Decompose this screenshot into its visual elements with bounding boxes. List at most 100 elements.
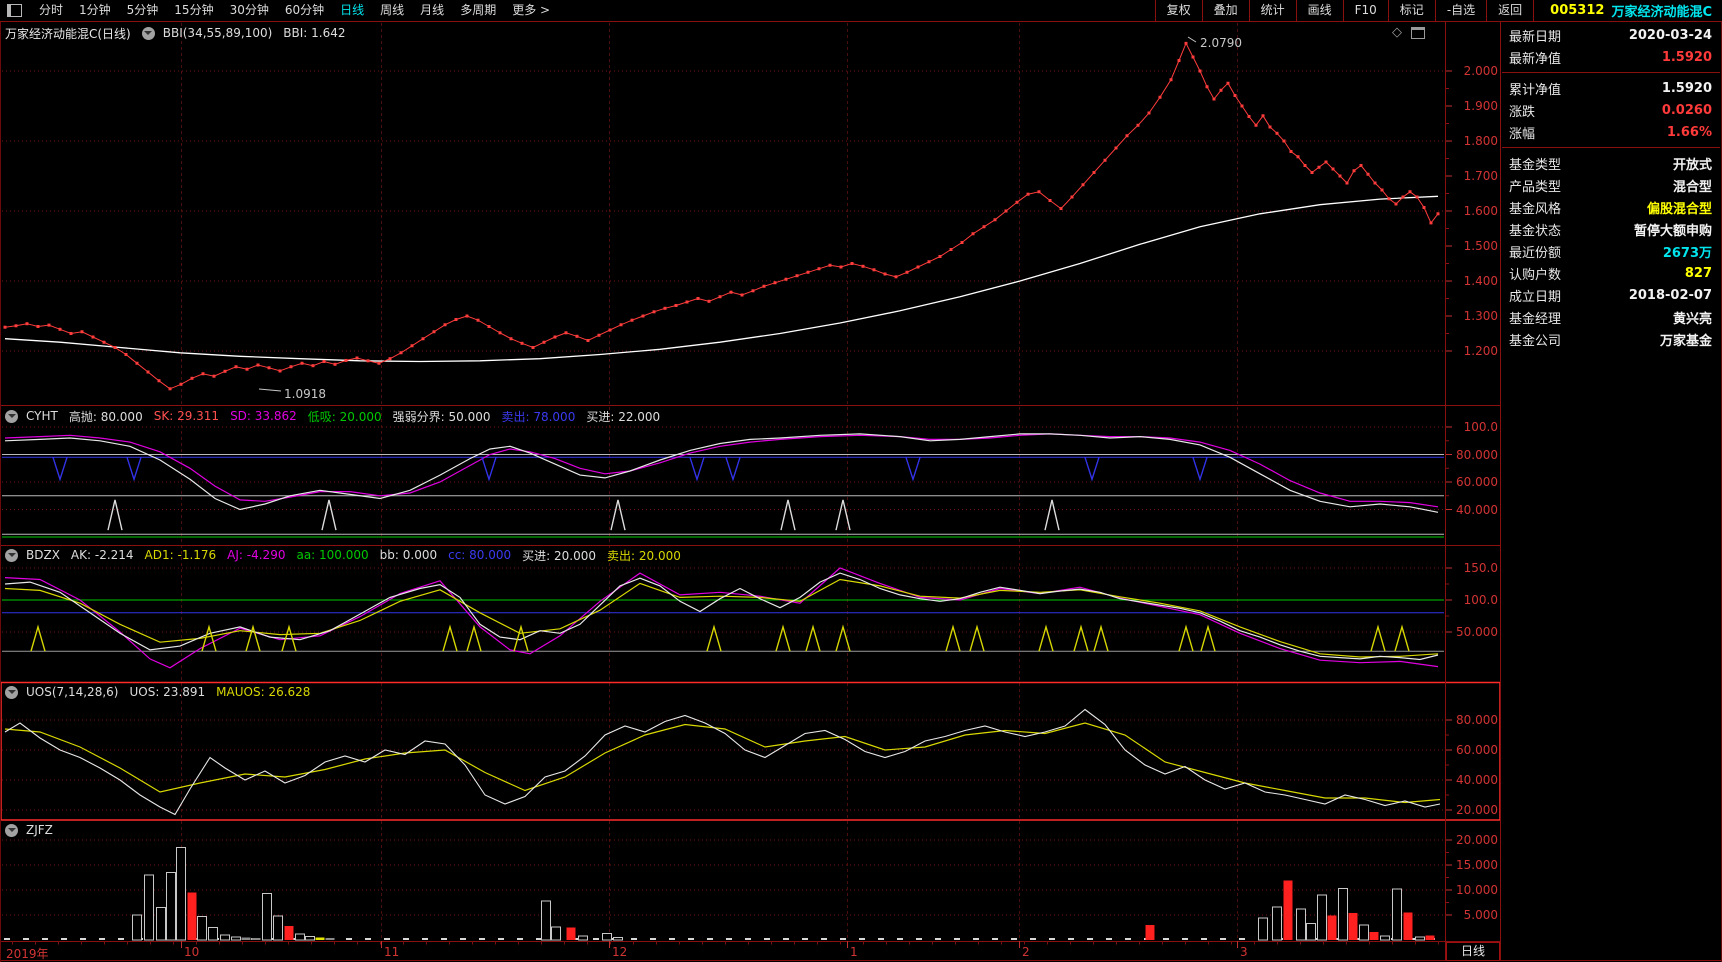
fund-name: 万家经济动能混C — [1611, 5, 1712, 20]
info-label: 累计净值 — [1509, 82, 1562, 98]
uos-axis-label: 80.000 — [1456, 713, 1498, 727]
tool-button-f10[interactable]: F10 — [1342, 0, 1388, 21]
period-tab-60min[interactable]: 60分钟 — [277, 0, 332, 21]
collapse-chevron-icon[interactable] — [5, 685, 18, 699]
period-tab-15min[interactable]: 15分钟 — [166, 0, 221, 21]
uos-axis-label: 40.000 — [1456, 773, 1498, 787]
header-text: aa: 100.000 — [296, 548, 369, 562]
info-separator — [1502, 72, 1720, 73]
main-axis-label: 2.000 — [1463, 64, 1498, 78]
window-icon[interactable] — [1411, 26, 1425, 39]
main-axis-label: 1.300 — [1463, 309, 1498, 323]
header-text: bb: 0.000 — [379, 548, 438, 562]
period-tab-fenshi[interactable]: 分时 — [31, 0, 71, 21]
main-axis-label: 1.900 — [1463, 99, 1498, 113]
info-row: 最近份额 2673万 — [1502, 240, 1720, 262]
collapse-chevron-icon[interactable] — [141, 26, 155, 40]
layout-icon[interactable] — [7, 4, 22, 17]
period-tab-more[interactable]: 更多 > — [504, 0, 558, 21]
period-tab-5min[interactable]: 5分钟 — [119, 0, 167, 21]
info-value: 混合型 — [1672, 179, 1712, 195]
info-row: 涨跌 0.0260 — [1502, 99, 1720, 121]
header-text: ZJFZ — [26, 823, 53, 837]
info-label: 涨跌 — [1509, 104, 1536, 120]
collapse-chevron-icon[interactable] — [5, 548, 18, 562]
info-row: 基金风格 偏股混合型 — [1502, 196, 1720, 218]
info-value: 2673万 — [1662, 245, 1712, 261]
info-row: 累计净值 1.5920 — [1502, 77, 1720, 99]
info-value: 827 — [1684, 265, 1712, 281]
tool-button-mark[interactable]: 标记 — [1387, 0, 1435, 21]
info-value: 1.5920 — [1661, 49, 1712, 65]
period-tab-daily[interactable]: 日线 — [332, 0, 372, 21]
header-text: BBI: 1.642 — [283, 26, 346, 40]
bdzx-axis-label: 150.0 — [1463, 561, 1498, 575]
info-row: 基金类型 开放式 — [1502, 152, 1720, 174]
cyht-axis-label: 40.000 — [1456, 502, 1498, 517]
info-label: 最近份额 — [1509, 245, 1562, 261]
cyht-header: CYHT 高抛: 80.000 SK: 29.311 SD: 33.862 低吸: 20… — [5, 408, 671, 424]
header-text: 强弱分界: 50.000 — [392, 409, 491, 424]
fund-code: 005312 — [1550, 3, 1605, 18]
tool-button-draw-line[interactable]: 画线 — [1295, 0, 1343, 21]
info-value: 2020-03-24 — [1628, 27, 1712, 43]
header-text: 买进: 20.000 — [522, 548, 597, 563]
header-text: 买进: 22.000 — [586, 409, 661, 424]
period-tab-monthly[interactable]: 月线 — [412, 0, 452, 21]
time-axis-label: 2 — [1022, 945, 1030, 959]
tool-button-back[interactable]: 返回 — [1486, 0, 1535, 21]
collapse-chevron-icon[interactable] — [5, 409, 18, 423]
chart-corner-controls: ◇ — [1392, 25, 1425, 40]
zjfz-axis-label: 15.000 — [1456, 858, 1498, 872]
info-row: 基金状态 暂停大额申购 — [1502, 218, 1720, 240]
header-text: AD1: -1.176 — [144, 548, 217, 562]
info-label: 基金风格 — [1509, 201, 1562, 217]
uos-axis-label: 20.000 — [1456, 803, 1498, 817]
info-row: 最新净值 1.5920 — [1502, 46, 1720, 68]
cyht-axis-label: 100.0 — [1463, 420, 1498, 434]
trading-terminal: 分时 1分钟 5分钟 15分钟 30分钟 60分钟 日线 周线 月线 多周期 更多 > 复权 叠加 统计… — [0, 0, 1722, 962]
tool-buttons: 复权 叠加 统计 画线 F10 标记 -自选 返回 — [1154, 0, 1535, 21]
period-tab-30min[interactable]: 30分钟 — [222, 0, 277, 21]
main-axis-label: 1.400 — [1463, 274, 1498, 288]
info-label: 基金状态 — [1509, 223, 1562, 239]
period-tab-1min[interactable]: 1分钟 — [71, 0, 119, 21]
header-text: 万家经济动能混C(日线) — [5, 26, 131, 41]
tool-button-statistics[interactable]: 统计 — [1248, 0, 1296, 21]
info-row: 产品类型 混合型 — [1502, 174, 1720, 196]
diamond-icon[interactable]: ◇ — [1392, 25, 1402, 40]
info-label: 基金公司 — [1509, 333, 1562, 349]
time-axis-label: 10 — [184, 945, 200, 959]
zjfz-axis-label: 20.000 — [1456, 833, 1498, 847]
info-value: 偏股混合型 — [1646, 201, 1712, 217]
period-tab-weekly[interactable]: 周线 — [372, 0, 412, 21]
info-label: 认购户数 — [1509, 267, 1562, 283]
bdzx-axis-label: 50.000 — [1456, 625, 1498, 639]
info-row: 基金公司 万家基金 — [1502, 328, 1720, 350]
main-chart-header: 万家经济动能混C(日线) BBI(34,55,89,100) BBI: 1.642 — [5, 25, 357, 41]
tool-button-restore-rights[interactable]: 复权 — [1154, 0, 1202, 21]
header-text: UOS: 23.891 — [129, 685, 206, 699]
time-axis-label: 12 — [612, 945, 628, 959]
tool-button-self-select[interactable]: -自选 — [1434, 0, 1486, 21]
info-value: 2018-02-07 — [1628, 287, 1712, 303]
period-menu: 分时 1分钟 5分钟 15分钟 30分钟 60分钟 日线 周线 月线 多周期 更多 > — [0, 0, 558, 21]
time-axis-label: 11 — [384, 945, 400, 959]
header-text: CYHT — [26, 409, 58, 423]
uos-axis-label: 60.000 — [1456, 743, 1498, 757]
info-label: 最新日期 — [1509, 29, 1562, 45]
zjfz-header: ZJFZ — [5, 822, 64, 838]
bottom-period-daily[interactable]: 日线 — [1446, 942, 1500, 961]
bottom-time-axis: 日线 2019年 10 11 12 1 2 3 — [0, 941, 1722, 962]
info-row: 认购户数 827 — [1502, 262, 1720, 284]
collapse-chevron-icon[interactable] — [5, 823, 18, 837]
time-axis-label: 2019年 — [6, 947, 49, 961]
cyht-axis-label: 80.000 — [1456, 447, 1498, 462]
info-row: 涨幅 1.66% — [1502, 121, 1720, 143]
period-tab-multi-period[interactable]: 多周期 — [452, 0, 504, 21]
info-value: 万家基金 — [1659, 333, 1712, 349]
info-label: 基金经理 — [1509, 311, 1562, 327]
header-text: 低吸: 20.000 — [307, 409, 382, 424]
tool-button-overlay[interactable]: 叠加 — [1201, 0, 1249, 21]
bdzx-header: BDZX AK: -2.214 AD1: -1.176 AJ: -4.290 aa: 1… — [5, 547, 692, 563]
